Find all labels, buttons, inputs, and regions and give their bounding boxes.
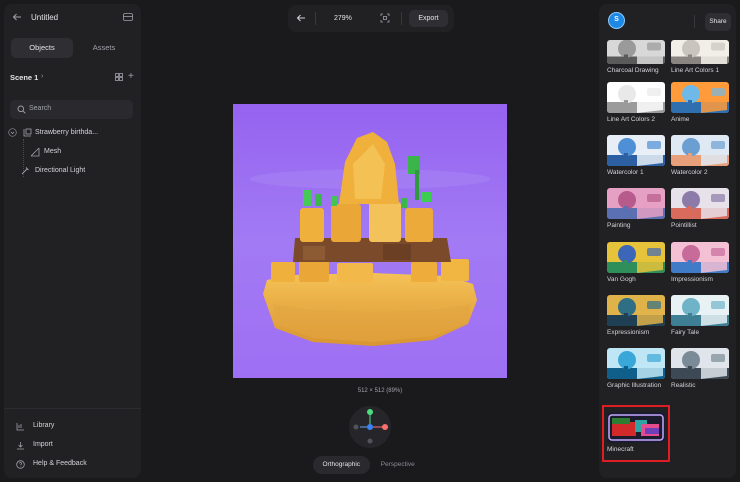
tree-item-label: Mesh <box>44 148 62 155</box>
tab-assets[interactable]: Assets <box>73 38 135 58</box>
style-option[interactable]: Realistic <box>671 348 729 390</box>
tree-item-label: Directional Light <box>35 167 86 174</box>
style-label: Impressionism <box>671 276 713 283</box>
style-label: Pointillist <box>671 222 697 229</box>
style-thumbnail <box>671 295 729 326</box>
library-label: Library <box>33 422 55 429</box>
tree-item-group[interactable]: Strawberry birthda... <box>8 128 138 140</box>
scene-selector[interactable]: Scene 1 › + <box>10 71 136 84</box>
style-label: Painting <box>607 222 631 229</box>
collapse-chevron-icon[interactable] <box>8 128 17 137</box>
style-option[interactable]: Line Art Colors 1 <box>671 40 729 75</box>
search-input[interactable]: Search <box>10 100 133 119</box>
orientation-gizmo[interactable] <box>348 405 392 449</box>
rendered-image[interactable] <box>233 104 507 378</box>
style-thumbnail <box>607 242 665 273</box>
divider <box>401 12 402 25</box>
undo-arrow-icon[interactable] <box>296 13 306 23</box>
style-thumbnail <box>607 295 665 326</box>
style-option[interactable]: Expressionism <box>607 295 665 337</box>
tree-item-mesh[interactable]: Mesh <box>24 147 134 159</box>
view-mode-toggle: Orthographic Perspective <box>313 456 426 474</box>
tree-item-light[interactable]: Directional Light <box>18 166 134 178</box>
style-option[interactable]: Graphic Illustration <box>607 348 665 390</box>
scene-label: Scene 1 <box>10 73 39 82</box>
style-option[interactable]: Painting <box>607 188 665 230</box>
style-label: Watercolor 2 <box>671 169 708 176</box>
chevron-right-icon: › <box>41 73 44 80</box>
grid-icon[interactable] <box>115 73 123 81</box>
style-thumbnail <box>607 40 665 64</box>
style-option[interactable]: Watercolor 2 <box>671 135 729 177</box>
selection-highlight <box>602 405 670 462</box>
style-thumbnail <box>607 82 665 113</box>
tree-item-label: Strawberry birthda... <box>35 129 99 136</box>
style-thumbnail <box>607 188 665 219</box>
style-label: Watercolor 1 <box>607 169 644 176</box>
search-placeholder: Search <box>29 105 52 112</box>
divider <box>4 408 141 409</box>
arrow-left-icon[interactable] <box>12 12 22 22</box>
share-button[interactable]: Share <box>705 13 731 31</box>
search-icon <box>17 105 26 114</box>
style-label: Expressionism <box>607 329 650 336</box>
style-label: Fairy Tale <box>671 329 700 336</box>
import-label: Import <box>33 441 53 448</box>
panel-tabs: Objects Assets <box>11 38 135 58</box>
style-label: Anime <box>671 116 690 123</box>
style-label: Line Art Colors 1 <box>671 67 720 74</box>
style-option[interactable]: Impressionism <box>671 242 729 284</box>
style-thumbnail <box>671 82 729 113</box>
style-thumbnail <box>671 40 729 64</box>
style-option[interactable]: Pointillist <box>671 188 729 230</box>
add-object-icon[interactable]: + <box>128 71 134 82</box>
perspective-button[interactable]: Perspective <box>370 456 427 474</box>
style-label: Graphic Illustration <box>607 382 662 389</box>
style-option[interactable]: Van Gogh <box>607 242 665 284</box>
light-icon <box>21 167 29 175</box>
style-thumbnail <box>671 348 729 379</box>
style-label: Realistic <box>671 382 696 389</box>
objects-panel: Untitled Objects Assets Scene 1 › + Sear… <box>4 4 141 478</box>
help-icon <box>16 460 25 469</box>
library-icon <box>16 423 24 431</box>
style-label: Van Gogh <box>607 276 636 283</box>
style-option[interactable]: Charcoal Drawing <box>607 40 665 75</box>
style-thumbnail <box>607 135 665 166</box>
help-label: Help & Feedback <box>33 460 87 467</box>
style-option[interactable]: Watercolor 1 <box>607 135 665 177</box>
import-icon <box>17 442 24 450</box>
top-toolbar: 279% Export <box>288 5 454 32</box>
fit-to-screen-icon[interactable] <box>380 13 390 23</box>
style-label: Charcoal Drawing <box>607 67 659 74</box>
panel-header: Untitled <box>4 4 141 30</box>
orthographic-button[interactable]: Orthographic <box>313 456 370 474</box>
sidebar-toggle-icon[interactable] <box>123 12 133 22</box>
export-button[interactable]: Export <box>409 10 448 27</box>
document-title[interactable]: Untitled <box>31 13 58 22</box>
divider <box>315 12 316 25</box>
style-thumbnail <box>671 242 729 273</box>
style-option[interactable]: Anime <box>671 82 729 124</box>
divider <box>694 15 695 28</box>
style-option[interactable]: Fairy Tale <box>671 295 729 337</box>
style-thumbnail <box>607 348 665 379</box>
group-icon <box>23 128 32 137</box>
style-thumbnail <box>671 135 729 166</box>
style-thumbnail <box>671 188 729 219</box>
zoom-level[interactable]: 279% <box>334 15 352 22</box>
image-size-label: 512 × 512 (89%) <box>357 388 403 394</box>
mesh-icon <box>30 147 40 157</box>
user-avatar[interactable]: S <box>608 12 625 29</box>
style-option[interactable]: Line Art Colors 2 <box>607 82 665 124</box>
tab-objects[interactable]: Objects <box>11 38 73 58</box>
style-label: Line Art Colors 2 <box>607 116 656 123</box>
